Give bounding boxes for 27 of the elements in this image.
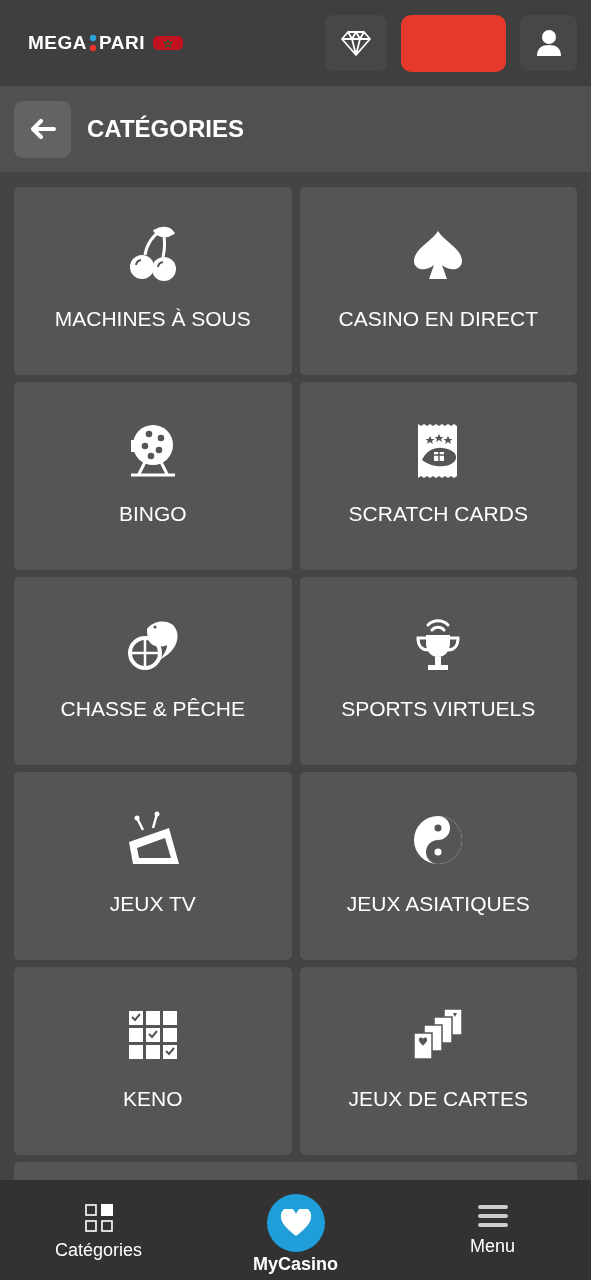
category-tile[interactable]: BINGO bbox=[14, 382, 292, 570]
category-tile[interactable]: SCRATCH CARDS bbox=[299, 382, 577, 570]
category-tile[interactable]: JEUX DE CARTES bbox=[299, 967, 577, 1155]
menu-icon bbox=[477, 1204, 508, 1228]
diamond-button[interactable] bbox=[325, 15, 387, 71]
category-tile[interactable]: CHASSE & PÊCHE bbox=[14, 577, 292, 765]
category-tile[interactable]: MACHINES À SOUS bbox=[14, 187, 292, 375]
grid-icon bbox=[84, 1204, 113, 1232]
dots-icon bbox=[89, 34, 97, 52]
page-title: CATÉGORIES bbox=[87, 115, 244, 143]
diamond-icon bbox=[341, 30, 371, 56]
flag-icon bbox=[153, 36, 183, 50]
nav-tab[interactable]: Catégories bbox=[23, 1194, 174, 1261]
back-arrow-icon bbox=[29, 119, 56, 139]
category-tile[interactable]: JEUX TV bbox=[14, 772, 292, 960]
category-tile[interactable]: CASINO EN DIRECT bbox=[299, 187, 577, 375]
logo-text: MEGA bbox=[28, 32, 87, 54]
action-button[interactable] bbox=[401, 14, 506, 72]
back-button[interactable] bbox=[14, 100, 71, 158]
mycasino-tab[interactable]: MyCasino bbox=[220, 1194, 371, 1275]
user-icon bbox=[535, 29, 562, 57]
category-tile[interactable]: SPORTS VIRTUELS bbox=[299, 577, 577, 765]
category-tile[interactable]: JEUX ASIATIQUES bbox=[299, 772, 577, 960]
account-button[interactable] bbox=[520, 15, 577, 71]
nav-tab[interactable]: Menu bbox=[417, 1194, 568, 1257]
logo-text: PARI bbox=[99, 32, 145, 54]
category-tile[interactable]: KENO bbox=[14, 967, 292, 1155]
